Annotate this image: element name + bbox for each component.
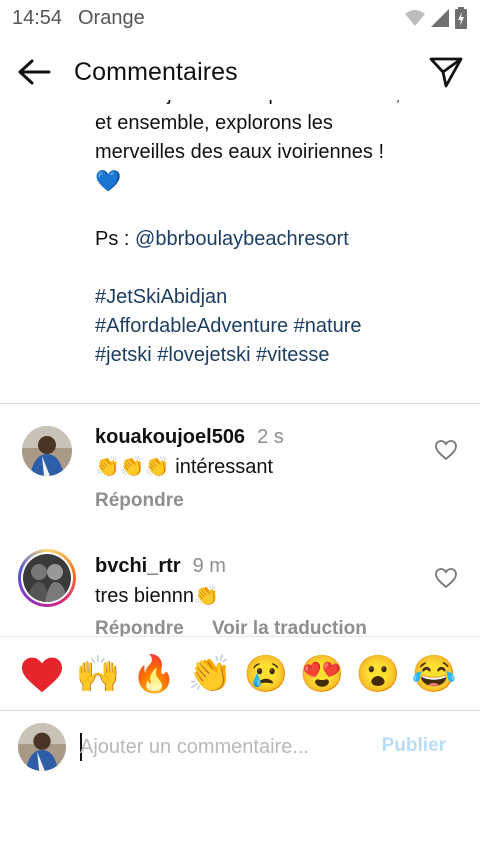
comment-input[interactable] bbox=[80, 731, 360, 763]
emoji-reaction-bar: 🙌 🔥 👏 😢 😍 😮 😂 bbox=[0, 636, 480, 710]
caption-line: merveilles des eaux ivoiriennes ! bbox=[95, 141, 385, 163]
username-text[interactable]: kouakoujoel506 bbox=[95, 426, 245, 448]
avatar-image bbox=[22, 426, 72, 476]
battery-charging-icon bbox=[455, 7, 467, 29]
caption-line: faire du jet ski à un prix abordable, bbox=[95, 100, 435, 109]
avatar[interactable] bbox=[22, 426, 72, 476]
avatar[interactable] bbox=[23, 554, 71, 602]
comment-body: tres biennn bbox=[95, 585, 194, 607]
emoji-red-heart[interactable] bbox=[19, 651, 65, 697]
signal-icon bbox=[431, 9, 449, 27]
clap-emoji: 👏 bbox=[193, 585, 219, 607]
comment-text: tres biennn👏 bbox=[95, 583, 219, 608]
caption-ps-line: Ps : @bbrboulaybeachresort bbox=[95, 225, 435, 254]
emoji-heart-eyes[interactable]: 😍 bbox=[299, 651, 345, 697]
comment-username[interactable]: bvchi_rtr 9 m bbox=[95, 555, 226, 578]
back-button[interactable] bbox=[14, 54, 54, 90]
current-user-avatar bbox=[18, 723, 66, 771]
comment-username[interactable]: kouakoujoel506 2 s bbox=[95, 426, 284, 449]
status-bar: 14:54 Orange bbox=[0, 0, 480, 38]
caption-line: et ensemble, explorons les bbox=[95, 112, 333, 134]
wifi-icon bbox=[405, 10, 425, 26]
arrow-left-icon bbox=[18, 59, 51, 85]
emoji-clapping-hands[interactable]: 👏 bbox=[187, 651, 233, 697]
status-carrier: Orange bbox=[78, 7, 145, 29]
heart-outline-icon[interactable] bbox=[434, 438, 458, 462]
status-time: 14:54 bbox=[12, 7, 63, 29]
page-title: Commentaires bbox=[74, 58, 238, 86]
story-ring[interactable] bbox=[18, 549, 76, 607]
caption-ps-prefix: Ps : bbox=[95, 228, 136, 250]
hashtag-line[interactable]: #JetSkiAbidjan bbox=[95, 283, 435, 312]
hashtag-line[interactable]: #jetski #lovejetski #vitesse bbox=[95, 341, 435, 370]
emoji-crying-face[interactable]: 😢 bbox=[243, 651, 289, 697]
publish-button[interactable]: Publier bbox=[382, 735, 446, 757]
emoji-surprised-face[interactable]: 😮 bbox=[355, 651, 401, 697]
comment-time: 2 s bbox=[257, 426, 284, 448]
avatar-image bbox=[18, 723, 66, 771]
reply-button[interactable]: Répondre bbox=[95, 618, 184, 636]
header: Commentaires bbox=[0, 40, 480, 104]
see-translation-button[interactable]: Voir la traduction bbox=[212, 618, 367, 636]
blue-heart-emoji: 💙 bbox=[95, 170, 122, 193]
heart-outline-icon[interactable] bbox=[434, 566, 458, 590]
clap-emojis: 👏👏👏 bbox=[95, 456, 170, 478]
hashtag-line[interactable]: #AffordableAdventure #nature bbox=[95, 312, 435, 341]
comment-composer: Publier bbox=[0, 710, 480, 784]
red-heart-icon bbox=[22, 657, 62, 693]
comment-text: 👏👏👏 intéressant bbox=[95, 454, 273, 479]
username-text[interactable]: bvchi_rtr bbox=[95, 555, 181, 577]
send-icon bbox=[429, 57, 463, 88]
comment-body: intéressant bbox=[169, 456, 274, 478]
mention-link[interactable]: @bbrboulaybeachresort bbox=[135, 228, 349, 250]
comment-item: bvchi_rtr 9 m tres biennn👏 Répondre Voir … bbox=[0, 534, 480, 636]
emoji-tears-of-joy[interactable]: 😂 bbox=[411, 651, 457, 697]
emoji-fire[interactable]: 🔥 bbox=[131, 651, 177, 697]
comment-time: 9 m bbox=[192, 555, 226, 577]
avatar-image bbox=[23, 554, 71, 602]
reply-button[interactable]: Répondre bbox=[95, 490, 184, 512]
status-icons bbox=[404, 6, 468, 30]
emoji-raising-hands[interactable]: 🙌 bbox=[75, 651, 121, 697]
post-caption-area: faire du jet ski à un prix abordable, et… bbox=[0, 100, 480, 400]
post-caption: faire du jet ski à un prix abordable, et… bbox=[95, 100, 435, 370]
share-button[interactable] bbox=[426, 52, 466, 92]
comment-item: kouakoujoel506 2 s 👏👏👏 intéressant Répond… bbox=[0, 404, 480, 534]
